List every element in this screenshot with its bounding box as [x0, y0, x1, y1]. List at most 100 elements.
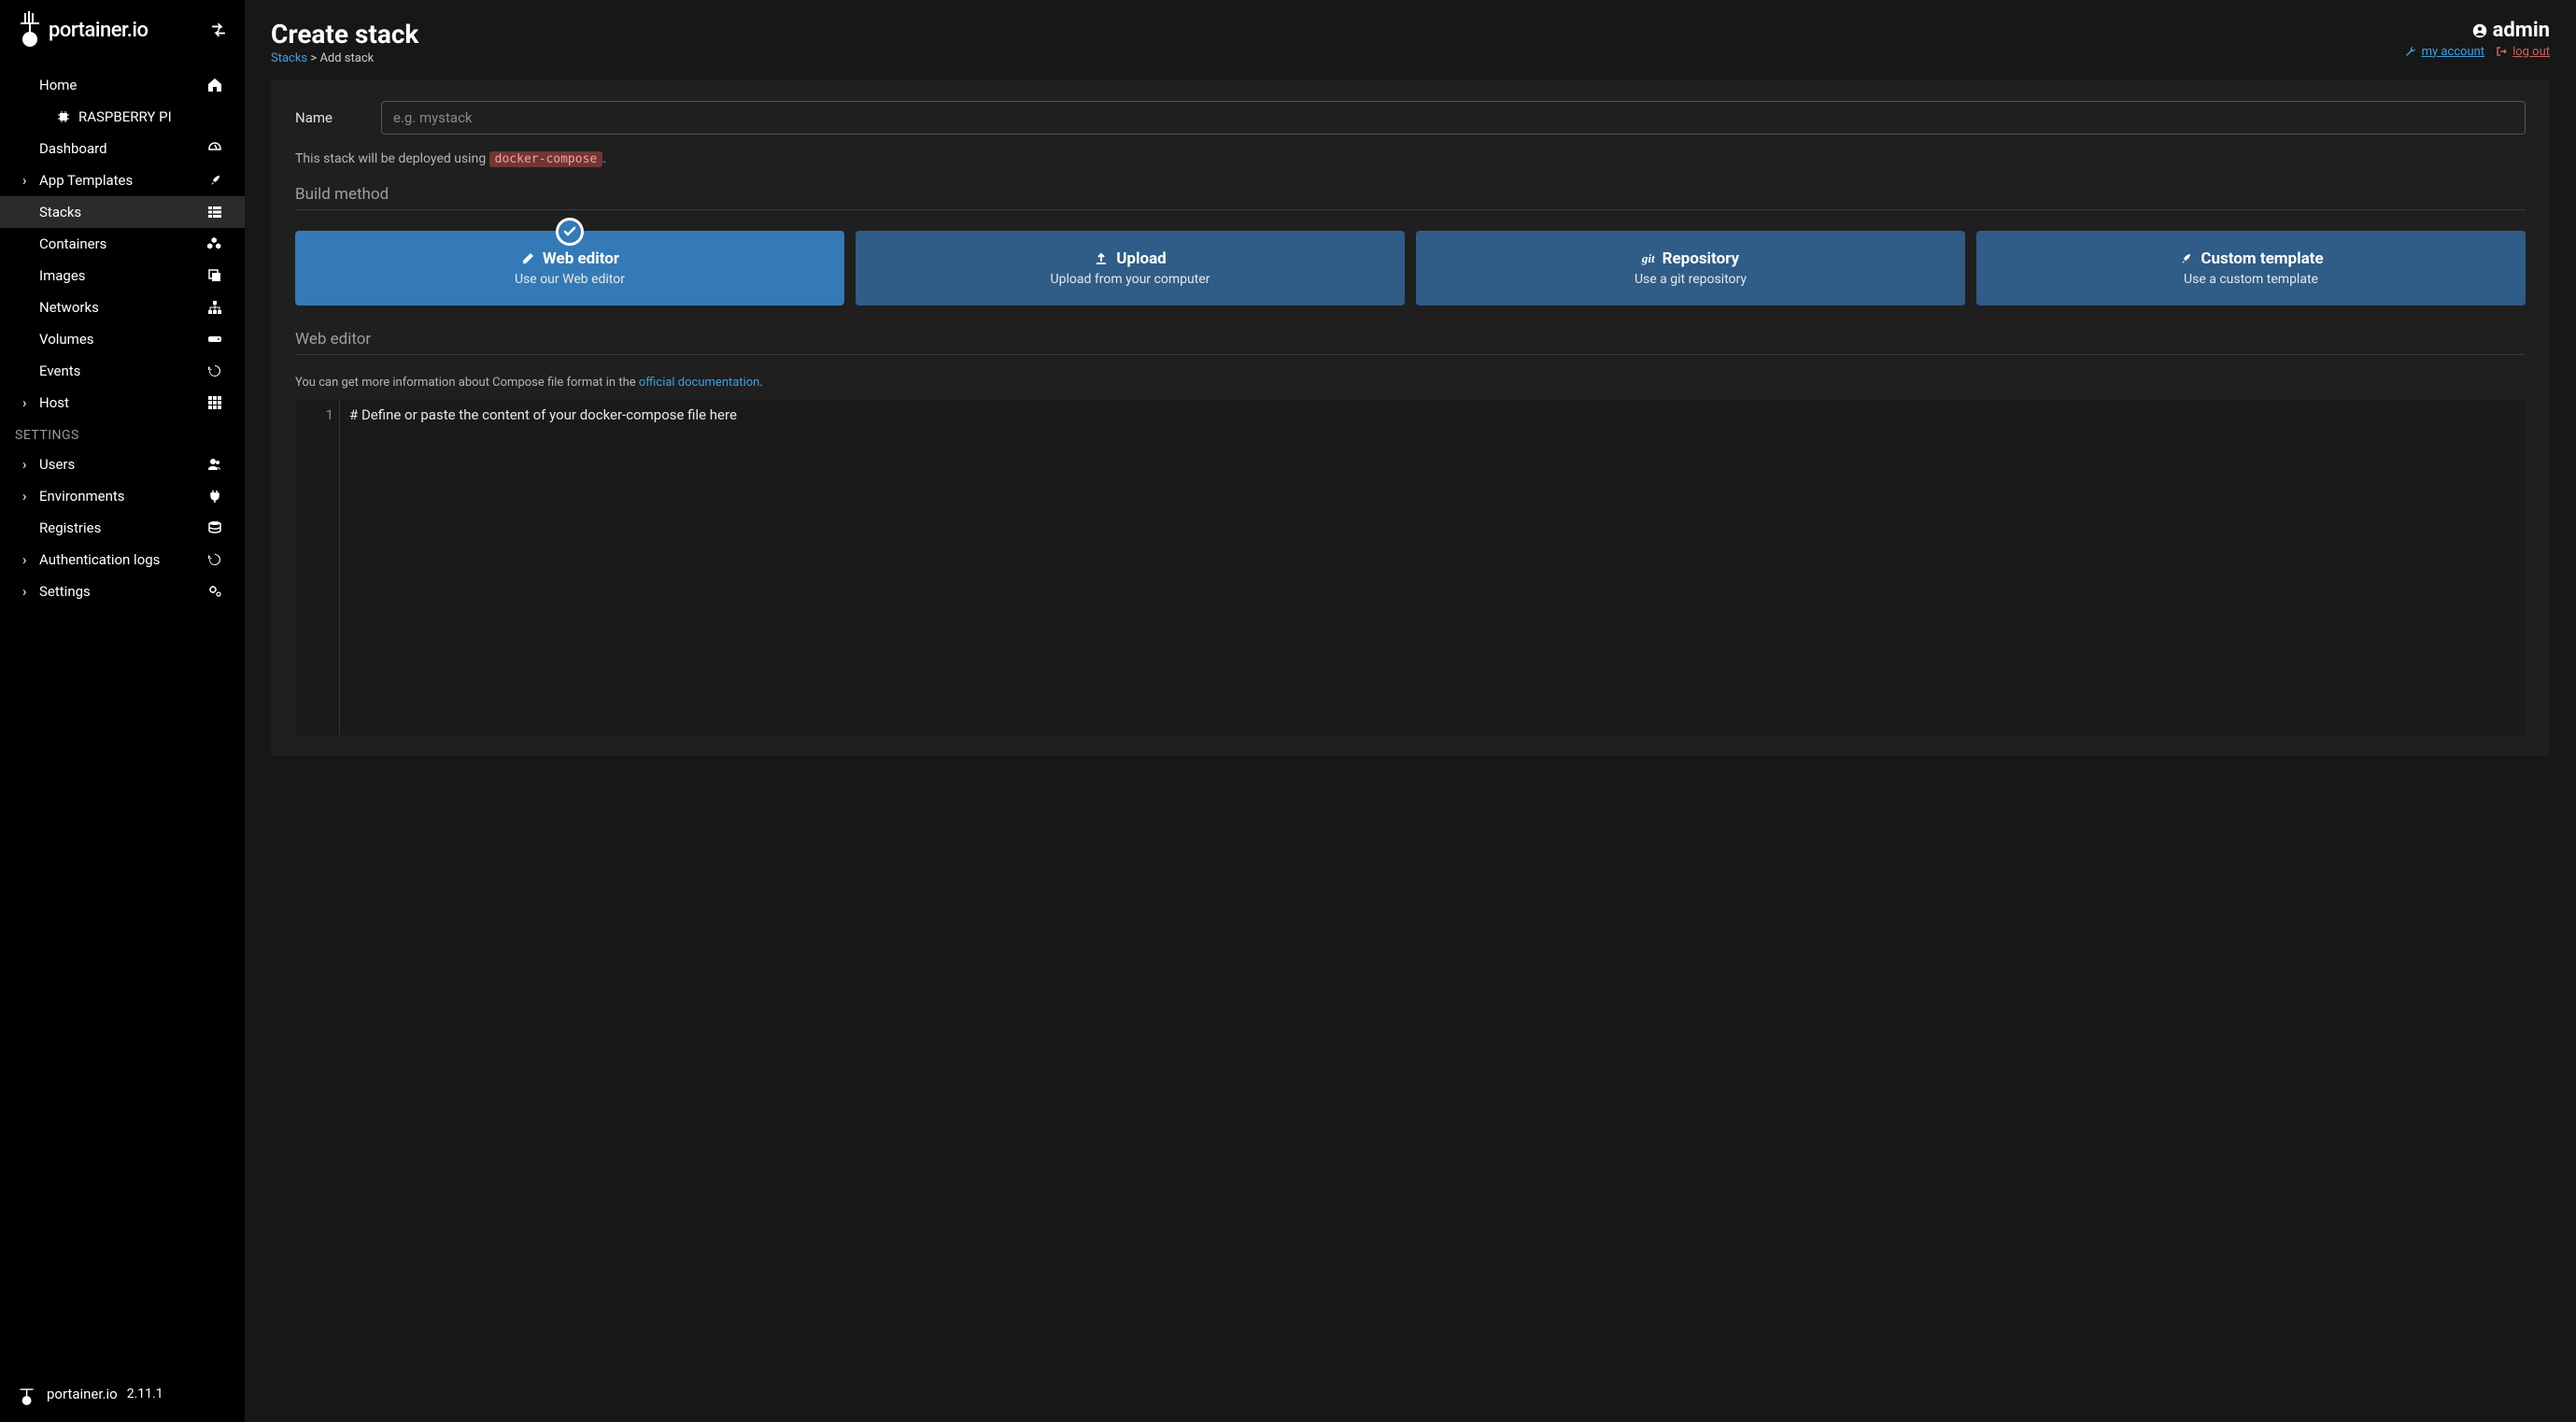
sidebar-item-registries[interactable]: Registries: [0, 512, 245, 544]
edit-icon: [520, 251, 535, 266]
main-content: Create stack Stacks > Add stack admin my…: [245, 0, 2576, 1422]
my-account-link[interactable]: my account: [2403, 44, 2484, 59]
microchip-icon: [56, 109, 71, 124]
sidebar-item-volumes[interactable]: Volumes: [0, 323, 245, 355]
stack-name-input[interactable]: [381, 101, 2526, 135]
sidebar-item-app-templates[interactable]: › App Templates: [0, 164, 245, 196]
tachometer-icon: [207, 141, 222, 156]
th-icon: [207, 395, 222, 410]
nav-label: Networks: [39, 299, 99, 316]
database-icon: [207, 520, 222, 535]
th-list-icon: [207, 205, 222, 220]
method-custom-template[interactable]: Custom template Use a custom template: [1976, 231, 2526, 306]
sidebar-footer: portainer.io 2.11.1: [0, 1366, 245, 1422]
build-method-heading: Build method: [295, 185, 2526, 210]
brand-text: portainer.io: [49, 19, 148, 42]
method-upload[interactable]: Upload Upload from your computer: [856, 231, 1405, 306]
sidebar: portainer.io Home RASPBERRY PI Dashboard…: [0, 0, 245, 1422]
editor-textarea[interactable]: # Define or paste the content of your do…: [340, 399, 2526, 735]
page-title: Create stack: [271, 19, 418, 50]
endpoint-label[interactable]: RASPBERRY PI: [0, 101, 245, 133]
settings-section-label: SETTINGS: [0, 419, 245, 448]
deploy-method-chip: docker-compose: [489, 151, 603, 167]
nav-label: Host: [39, 394, 69, 411]
sidebar-item-events[interactable]: Events: [0, 355, 245, 387]
cubes-icon: [207, 236, 222, 251]
sidebar-item-networks[interactable]: Networks: [0, 292, 245, 323]
breadcrumb-root-link[interactable]: Stacks: [271, 51, 307, 65]
nav-label: Images: [39, 267, 86, 284]
home-icon: [207, 78, 222, 92]
users-icon: [207, 457, 222, 472]
sidebar-item-environments[interactable]: › Environments: [0, 480, 245, 512]
official-docs-link[interactable]: official documentation: [639, 376, 759, 390]
nav-label: Volumes: [39, 331, 94, 348]
chevron-right-icon: ›: [22, 172, 32, 189]
user-circle-icon: [2472, 23, 2487, 38]
sitemap-icon: [207, 300, 222, 315]
breadcrumb: Stacks > Add stack: [271, 51, 418, 65]
collapse-sidebar-icon[interactable]: [211, 22, 226, 37]
method-web-editor[interactable]: Web editor Use our Web editor: [295, 231, 844, 306]
sidebar-item-dashboard[interactable]: Dashboard: [0, 133, 245, 164]
web-editor-heading: Web editor: [295, 330, 2526, 355]
chevron-right-icon: ›: [22, 583, 32, 600]
cogs-icon: [207, 584, 222, 599]
sidebar-item-images[interactable]: Images: [0, 260, 245, 292]
username: admin: [2493, 19, 2550, 42]
nav-label: Home: [39, 77, 77, 93]
sidebar-item-users[interactable]: › Users: [0, 448, 245, 480]
sidebar-item-stacks[interactable]: Stacks: [0, 196, 245, 228]
sign-out-icon: [2494, 44, 2509, 59]
deploy-note: This stack will be deployed using docker…: [295, 151, 2526, 166]
compose-info: You can get more information about Compo…: [295, 376, 2526, 390]
user-block: admin my account log out: [2403, 19, 2550, 59]
sidebar-item-auth-logs[interactable]: › Authentication logs: [0, 544, 245, 576]
sidebar-item-host[interactable]: › Host: [0, 387, 245, 419]
method-repository[interactable]: gitRepository Use a git repository: [1416, 231, 1965, 306]
upload-icon: [1094, 251, 1109, 266]
portainer-icon: [19, 1381, 37, 1407]
create-stack-panel: Name This stack will be deployed using d…: [271, 80, 2550, 756]
editor-gutter: 1: [295, 399, 340, 735]
chevron-right-icon: ›: [22, 488, 32, 505]
logo-row: portainer.io: [0, 0, 245, 60]
version-label: 2.11.1: [127, 1386, 163, 1401]
check-icon: [556, 218, 584, 246]
rocket-icon: [2178, 251, 2193, 266]
nav-label: Users: [39, 456, 75, 473]
wrench-icon: [2403, 44, 2418, 59]
brand-logo[interactable]: portainer.io: [19, 11, 148, 49]
nav-label: Environments: [39, 488, 125, 505]
sidebar-item-home[interactable]: Home: [0, 69, 245, 101]
chevron-right-icon: ›: [22, 456, 32, 473]
nav: Home RASPBERRY PI Dashboard › App Templat…: [0, 60, 245, 1366]
footer-brand: portainer.io: [47, 1386, 118, 1402]
nav-label: Registries: [39, 519, 101, 536]
nav-label: Stacks: [39, 204, 81, 220]
build-method-options: Web editor Use our Web editor Upload Upl…: [295, 231, 2526, 306]
nav-label: Settings: [39, 583, 91, 600]
nav-label: App Templates: [39, 172, 133, 189]
portainer-icon: [19, 11, 45, 49]
hdd-icon: [207, 332, 222, 347]
name-label: Name: [295, 109, 362, 126]
history-icon: [207, 363, 222, 378]
chevron-right-icon: ›: [22, 551, 32, 568]
sidebar-item-containers[interactable]: Containers: [0, 228, 245, 260]
nav-label: Dashboard: [39, 140, 107, 157]
clone-icon: [207, 268, 222, 283]
nav-label: Events: [39, 363, 80, 379]
sidebar-item-settings[interactable]: › Settings: [0, 576, 245, 607]
nav-label: Authentication logs: [39, 551, 160, 568]
logout-link[interactable]: log out: [2494, 44, 2550, 59]
plug-icon: [207, 489, 222, 504]
code-editor: 1 # Define or paste the content of your …: [295, 399, 2526, 735]
endpoint-name: RASPBERRY PI: [78, 108, 172, 125]
chevron-right-icon: ›: [22, 394, 32, 411]
rocket-icon: [207, 173, 222, 188]
breadcrumb-leaf: Add stack: [319, 51, 374, 65]
page-header: Create stack Stacks > Add stack admin my…: [271, 19, 2550, 65]
git-icon: git: [1642, 251, 1655, 266]
nav-label: Containers: [39, 235, 106, 252]
